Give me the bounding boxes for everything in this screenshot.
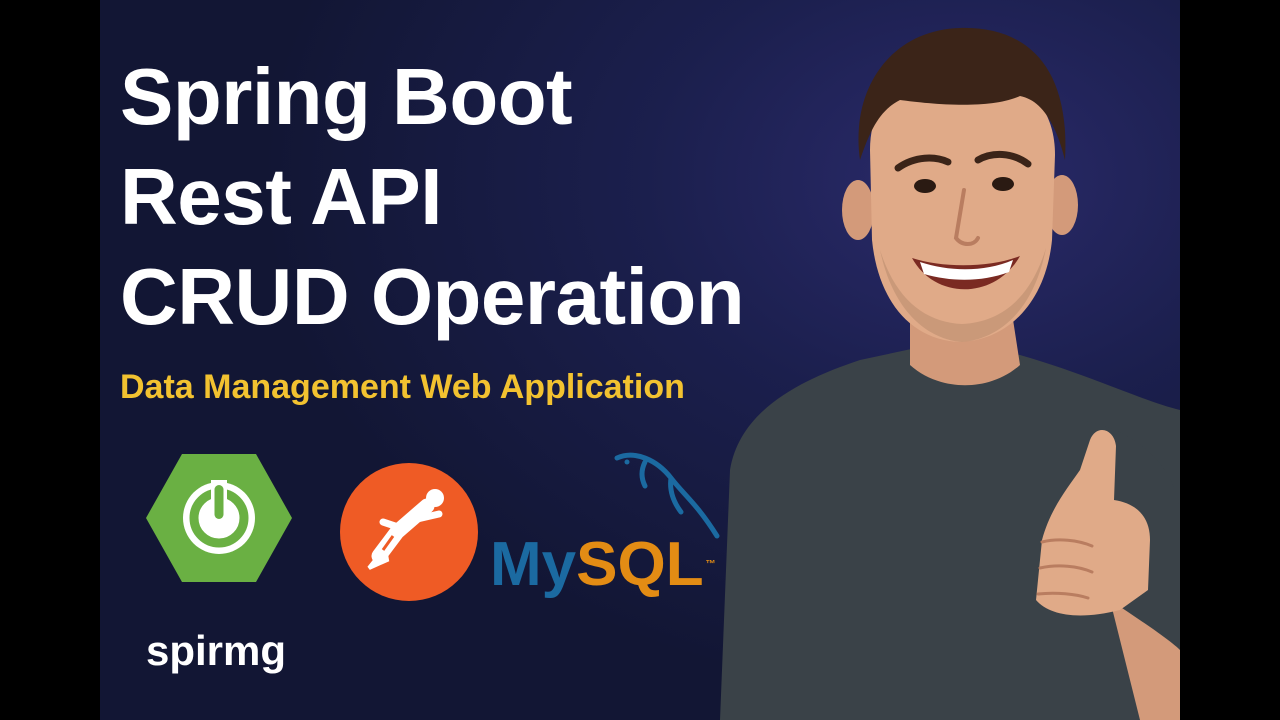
mysql-logo-sql: SQL — [576, 530, 704, 599]
presenter-photo — [720, 27, 1180, 720]
subtitle: Data Management Web Application — [120, 368, 685, 406]
mysql-logo-my: My — [490, 530, 577, 599]
title-line-3: CRUD Operation — [120, 252, 745, 341]
title-line-1: Spring Boot — [120, 52, 573, 141]
mysql-trademark: ™ — [705, 559, 716, 570]
spring-wordmark: spirmg — [146, 627, 287, 674]
spring-logo-icon — [146, 454, 292, 582]
postman-logo-icon — [340, 463, 478, 601]
thumbnail: Spring Boot Rest API CRUD Operation Data… — [100, 0, 1180, 720]
letterbox-right — [1180, 0, 1280, 720]
mysql-logo: MySQL ™ — [490, 530, 716, 600]
letterbox-left — [0, 0, 100, 720]
title-line-2: Rest API — [120, 152, 443, 241]
